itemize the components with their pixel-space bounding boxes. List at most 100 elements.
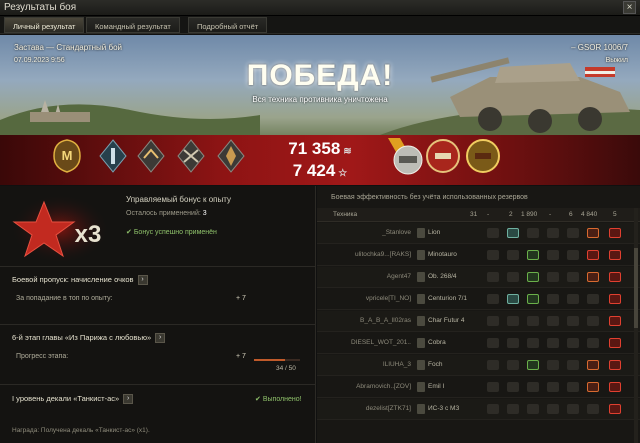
empty-efficiency-icon[interactable] [547, 360, 559, 370]
table-row[interactable]: Agent47 Ob. 268/4 [317, 267, 640, 288]
achievement-2-icon[interactable] [134, 136, 168, 176]
kill-efficiency-icon[interactable] [609, 272, 621, 282]
table-row[interactable]: Abramovich..[ZOV] Emil I [317, 377, 640, 398]
dmg-efficiency-icon[interactable] [587, 382, 599, 392]
empty-efficiency-icon[interactable] [547, 228, 559, 238]
battle-pass-heading-text: Боевой пропуск: начисление очков [12, 275, 134, 284]
empty-efficiency-icon[interactable] [527, 382, 539, 392]
mastery-badge-icon[interactable]: M [50, 136, 84, 176]
empty-efficiency-icon[interactable] [487, 316, 499, 326]
kill-efficiency-icon[interactable] [609, 228, 621, 238]
chevron-right-icon[interactable]: › [155, 333, 166, 344]
empty-efficiency-icon[interactable] [547, 404, 559, 414]
empty-efficiency-icon[interactable] [547, 316, 559, 326]
empty-efficiency-icon[interactable] [547, 338, 559, 348]
kill-efficiency-icon[interactable] [609, 404, 621, 414]
kill-efficiency-icon[interactable] [609, 294, 621, 304]
chevron-right-icon[interactable]: › [137, 275, 148, 286]
close-icon[interactable]: × [623, 1, 636, 14]
empty-efficiency-icon[interactable] [507, 382, 519, 392]
empty-efficiency-icon[interactable] [487, 404, 499, 414]
table-row[interactable]: vpricele[TI_NO] Centurion 7/1 [317, 289, 640, 310]
empty-efficiency-icon[interactable] [547, 382, 559, 392]
kill-efficiency-icon[interactable] [609, 360, 621, 370]
ass-efficiency-icon[interactable] [527, 250, 539, 260]
xp-bonus-star-icon: x3 [10, 194, 110, 264]
ass-efficiency-icon[interactable] [527, 360, 539, 370]
table-row[interactable]: dezelist[ZTK71] ИС-3 с МЗ [317, 399, 640, 420]
empty-efficiency-icon[interactable] [547, 272, 559, 282]
empty-efficiency-icon[interactable] [527, 404, 539, 414]
table-row[interactable]: ILIUHA_3 Foch [317, 355, 640, 376]
empty-efficiency-icon[interactable] [507, 316, 519, 326]
efficiency-scrollbar[interactable] [634, 208, 638, 443]
spot-efficiency-icon[interactable] [507, 294, 519, 304]
achievement-4-icon[interactable] [214, 136, 248, 176]
empty-efficiency-icon[interactable] [567, 294, 579, 304]
empty-efficiency-icon[interactable] [567, 338, 579, 348]
empty-efficiency-icon[interactable] [527, 228, 539, 238]
medal-2-icon[interactable] [424, 136, 462, 176]
achievement-3-icon[interactable] [174, 136, 208, 176]
empty-efficiency-icon[interactable] [487, 250, 499, 260]
empty-efficiency-icon[interactable] [487, 228, 499, 238]
empty-efficiency-icon[interactable] [507, 360, 519, 370]
spot-efficiency-icon[interactable] [507, 228, 519, 238]
table-row[interactable]: DIESEL_WOT_201.. Cobra [317, 333, 640, 354]
empty-efficiency-icon[interactable] [567, 228, 579, 238]
scrollbar-thumb[interactable] [634, 248, 638, 328]
empty-efficiency-icon[interactable] [587, 294, 599, 304]
empty-efficiency-icon[interactable] [567, 250, 579, 260]
empty-efficiency-icon[interactable] [567, 272, 579, 282]
table-row[interactable]: _Stanlove Lion [317, 223, 640, 244]
tank-name: Char Futur 4 [428, 317, 465, 324]
achievement-1-icon[interactable] [96, 136, 130, 176]
empty-efficiency-icon[interactable] [507, 250, 519, 260]
medal-1-icon[interactable] [386, 134, 424, 178]
empty-efficiency-icon[interactable] [587, 404, 599, 414]
kill-efficiency-icon[interactable] [609, 382, 621, 392]
empty-efficiency-icon[interactable] [507, 338, 519, 348]
table-row[interactable]: B_A_B_A_ll02ras Char Futur 4 [317, 311, 640, 332]
empty-efficiency-icon[interactable] [507, 272, 519, 282]
dmg-efficiency-icon[interactable] [587, 228, 599, 238]
empty-efficiency-icon[interactable] [567, 404, 579, 414]
kill-efficiency-icon[interactable] [609, 338, 621, 348]
empty-efficiency-icon[interactable] [547, 250, 559, 260]
empty-efficiency-icon[interactable] [527, 338, 539, 348]
tank-type-icon [417, 382, 425, 392]
empty-efficiency-icon[interactable] [507, 404, 519, 414]
bonus-multiplier: x3 [75, 221, 102, 248]
empty-efficiency-icon[interactable] [567, 360, 579, 370]
mastery-label: M [62, 148, 73, 163]
decal-section: I уровень декали «Танкист-ас» › ✔ Выполне… [0, 384, 316, 420]
tank-name: Foch [428, 361, 443, 368]
ass-efficiency-icon[interactable] [527, 294, 539, 304]
bonus-title: Управляемый бонус к опыту [126, 195, 231, 204]
medal-3-icon[interactable] [464, 136, 502, 176]
empty-efficiency-icon[interactable] [587, 338, 599, 348]
dmg-efficiency-icon[interactable] [587, 272, 599, 282]
empty-efficiency-icon[interactable] [547, 294, 559, 304]
table-row[interactable]: ulitochka9...[RAKS] Minotauro [317, 245, 640, 266]
chevron-right-icon[interactable]: › [123, 394, 134, 405]
empty-efficiency-icon[interactable] [527, 316, 539, 326]
empty-efficiency-icon[interactable] [487, 382, 499, 392]
empty-efficiency-icon[interactable] [587, 316, 599, 326]
empty-efficiency-icon[interactable] [567, 382, 579, 392]
empty-efficiency-icon[interactable] [487, 272, 499, 282]
empty-efficiency-icon[interactable] [487, 294, 499, 304]
column-5: - [549, 211, 552, 218]
kill-efficiency-icon[interactable] [609, 250, 621, 260]
ass-efficiency-icon[interactable] [527, 272, 539, 282]
tab-detailed-report[interactable]: Подробный отчёт [188, 17, 268, 33]
dmg-efficiency-icon[interactable] [587, 360, 599, 370]
kill-efficiency-icon[interactable] [609, 316, 621, 326]
player-name: Agent47 [386, 273, 411, 280]
tab-personal-result[interactable]: Личный результат [4, 17, 85, 33]
kill-efficiency-icon[interactable] [587, 250, 599, 260]
empty-efficiency-icon[interactable] [567, 316, 579, 326]
empty-efficiency-icon[interactable] [487, 360, 499, 370]
tab-team-result[interactable]: Командный результат [86, 17, 180, 33]
empty-efficiency-icon[interactable] [487, 338, 499, 348]
